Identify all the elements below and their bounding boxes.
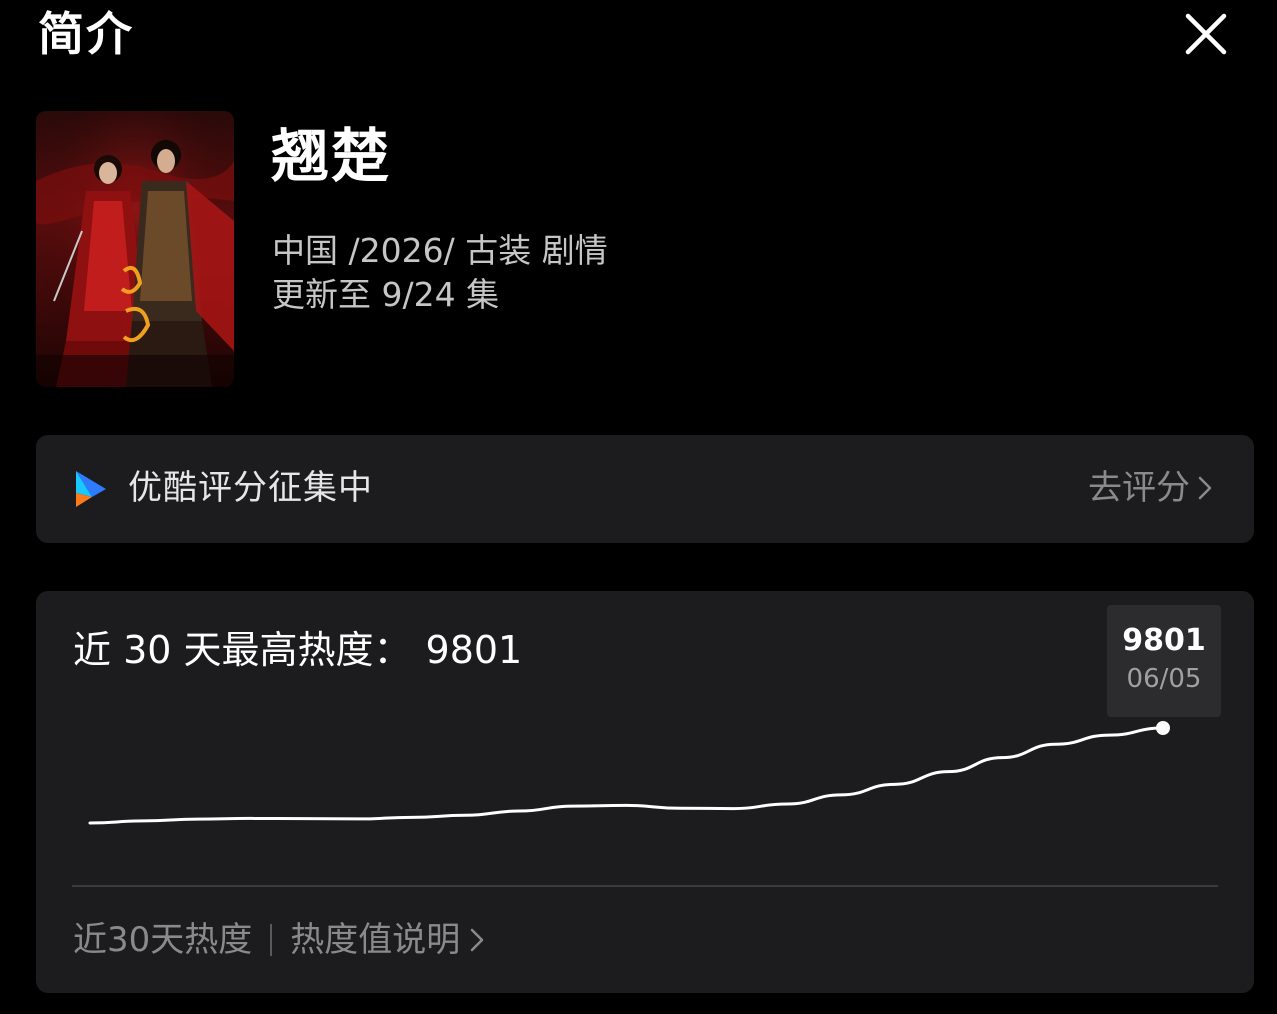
heat-card: 近 30 天最高热度： 9801 9801 06/05 近30天热度 热度值说明 [36, 591, 1254, 993]
tooltip-value: 9801 [1122, 623, 1206, 658]
chart-tooltip: 9801 06/05 [1107, 605, 1221, 717]
show-update-status: 更新至 9/24 集 [272, 275, 500, 314]
poster-art [36, 111, 234, 387]
poster-image[interactable] [36, 111, 234, 387]
rating-card[interactable]: 优酷评分征集中 去评分 [36, 435, 1254, 543]
heat-line-chart[interactable] [36, 591, 1254, 891]
peak-point[interactable] [1156, 721, 1170, 735]
page-title: 简介 [38, 7, 134, 61]
close-icon [1185, 13, 1227, 55]
show-title: 翘楚 [271, 122, 392, 190]
heat-explain-link[interactable]: 热度值说明 [290, 917, 484, 963]
close-button[interactable] [1178, 8, 1234, 64]
chevron-right-icon [1198, 476, 1212, 500]
rating-status-text: 优酷评分征集中 [128, 468, 373, 508]
heat-explain-label: 热度值说明 [290, 920, 461, 960]
footer-separator [270, 924, 273, 956]
chevron-right-icon [471, 928, 484, 952]
youku-logo-icon [76, 471, 106, 507]
tooltip-date: 06/05 [1126, 664, 1202, 694]
heat-footer-label: 近30天热度 [73, 920, 253, 960]
show-meta-info: 中国 /2026/ 古装 剧情 [272, 231, 608, 270]
go-rate-link[interactable]: 去评分 [1088, 465, 1212, 511]
chart-divider [72, 885, 1218, 887]
heat-series-line [88, 726, 1165, 825]
heat-footer: 近30天热度 热度值说明 [73, 917, 484, 963]
go-rate-label: 去评分 [1088, 468, 1190, 508]
